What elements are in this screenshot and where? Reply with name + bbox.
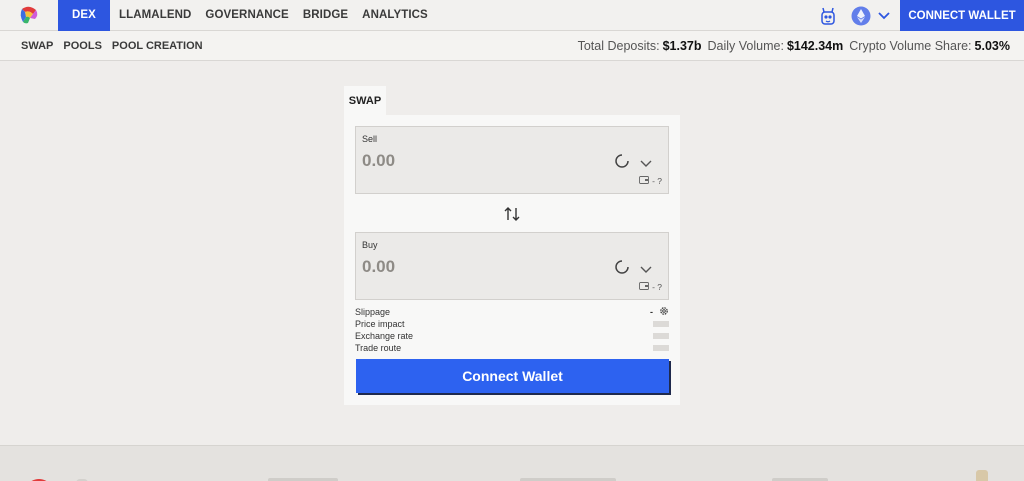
ethereum-icon[interactable] — [848, 0, 874, 31]
stat-label-total-deposits: Total Deposits: — [577, 39, 660, 53]
gear-icon[interactable] — [659, 306, 669, 318]
connect-wallet-button[interactable]: Connect Wallet — [356, 359, 669, 393]
wallet-icon — [639, 282, 650, 292]
subnav-pool-creation[interactable]: POOL CREATION — [107, 40, 208, 52]
price-impact-row: Price impact — [355, 318, 669, 330]
price-impact-label: Price impact — [355, 319, 405, 329]
exchange-rate-label: Exchange rate — [355, 331, 414, 341]
curve-logo-icon[interactable] — [0, 0, 58, 31]
nav-analytics[interactable]: ANALYTICS — [355, 0, 435, 31]
loading-spinner-icon — [614, 259, 630, 280]
nav-llamalend[interactable]: LLAMALEND — [112, 0, 198, 31]
slippage-value: - — [650, 307, 653, 317]
sell-field[interactable]: Sell 0.00 - ? — [355, 126, 669, 194]
nav-governance[interactable]: GOVERNANCE — [198, 0, 295, 31]
subnav-swap[interactable]: SWAP — [0, 40, 58, 52]
footer — [0, 445, 1024, 481]
nav-bridge[interactable]: BRIDGE — [296, 0, 355, 31]
buy-balance-value: - ? — [652, 282, 662, 292]
wallet-icon — [639, 176, 650, 186]
buy-label: Buy — [362, 240, 378, 250]
loading-spinner-icon — [614, 153, 630, 174]
buy-amount-input[interactable]: 0.00 — [362, 257, 395, 277]
nav-dex[interactable]: DEX — [58, 0, 110, 31]
swap-direction-icon[interactable] — [503, 205, 521, 228]
tab-swap[interactable]: SWAP — [344, 86, 386, 115]
slippage-row: Slippage - — [355, 306, 669, 318]
stats-bar: Total Deposits: $1.37b Daily Volume: $14… — [578, 31, 1010, 61]
curve-logo-icon — [24, 475, 54, 481]
top-navigation-bar: DEX LLAMALEND GOVERNANCE BRIDGE ANALYTIC… — [0, 0, 1024, 31]
topbar-actions: CONNECT WALLET — [814, 0, 1024, 31]
sell-label: Sell — [362, 134, 378, 144]
price-impact-placeholder — [653, 321, 669, 327]
sub-navigation-bar: SWAP POOLS POOL CREATION Total Deposits:… — [0, 31, 1024, 61]
stat-value-total-deposits: $1.37b — [662, 39, 702, 53]
stat-label-daily-volume: Daily Volume: — [707, 39, 784, 53]
subnav-pools[interactable]: POOLS — [58, 40, 107, 52]
exchange-rate-row: Exchange rate — [355, 330, 669, 342]
stat-value-crypto-volume-share: 5.03% — [974, 39, 1010, 53]
sell-token-chevron-down-icon[interactable] — [640, 155, 652, 173]
connect-wallet-button-top[interactable]: CONNECT WALLET — [900, 0, 1024, 31]
trade-route-placeholder — [653, 345, 669, 351]
exchange-rate-placeholder — [653, 333, 669, 339]
swap-card: Sell 0.00 - ? Buy 0.00 - ? Slippage - Pr… — [344, 115, 680, 405]
stat-label-crypto-volume-share: Crypto Volume Share: — [849, 39, 972, 53]
sell-balance-value: - ? — [652, 176, 662, 186]
sell-amount-input[interactable]: 0.00 — [362, 151, 395, 171]
buy-balance: - ? — [639, 282, 662, 292]
llama-mascot-icon — [976, 470, 988, 481]
llama-icon[interactable] — [814, 0, 842, 31]
buy-field[interactable]: Buy 0.00 - ? — [355, 232, 669, 300]
slippage-label: Slippage — [355, 307, 391, 317]
swap-details: Slippage - Price impact Exchange rate Tr… — [355, 306, 669, 354]
sell-balance: - ? — [639, 176, 662, 186]
buy-token-chevron-down-icon[interactable] — [640, 261, 652, 279]
trade-route-row: Trade route — [355, 342, 669, 354]
chevron-down-icon[interactable] — [874, 0, 894, 31]
stat-value-daily-volume: $142.34m — [786, 39, 844, 53]
trade-route-label: Trade route — [355, 343, 402, 353]
